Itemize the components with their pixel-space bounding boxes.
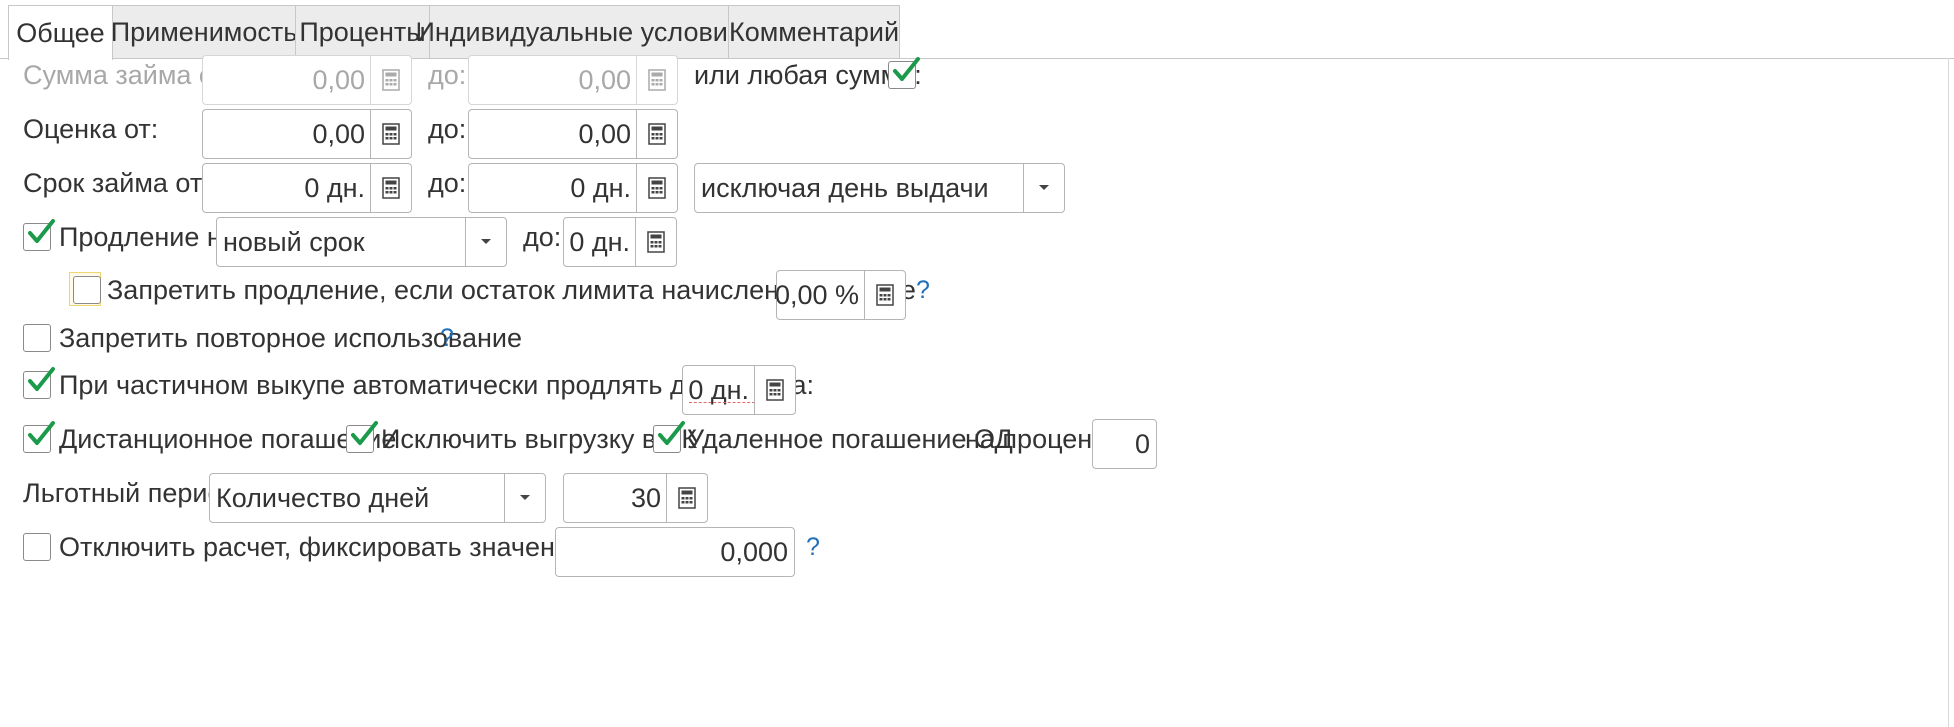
- calculator-icon[interactable]: [370, 56, 411, 104]
- rating-from-field[interactable]: 0,00: [202, 109, 412, 159]
- extension-checkbox[interactable]: [23, 219, 55, 251]
- help-icon[interactable]: ?: [916, 273, 930, 307]
- loan-sum-to-value: 0,00: [578, 64, 631, 95]
- tab-applicability[interactable]: Применимость: [111, 5, 297, 58]
- panel-right-border: [1948, 58, 1949, 727]
- exclude-export-checkbox[interactable]: [346, 421, 378, 453]
- extension-mode-value: новый срок: [223, 226, 365, 257]
- grace-period-value: 30: [630, 482, 661, 513]
- forbid-extension-checkbox[interactable]: [73, 276, 101, 304]
- percent-label: на процент:: [965, 424, 1113, 454]
- help-icon[interactable]: ?: [440, 321, 454, 355]
- checkmark-icon: [28, 219, 55, 243]
- chevron-down-icon[interactable]: [1023, 164, 1064, 212]
- checkmark-icon: [28, 421, 55, 445]
- term-mode-value: исключая день выдачи: [701, 172, 989, 203]
- rating-to-field[interactable]: 0,00: [468, 109, 678, 159]
- forbid-extension-value: 0,00 %: [774, 279, 859, 310]
- tab-percents[interactable]: Проценты: [295, 5, 430, 58]
- remote-od-label: Удаленное погашение ОД: [687, 424, 1013, 454]
- checkmark-icon: [893, 57, 920, 81]
- checkmark-icon: [351, 421, 378, 445]
- rating-from-value: 0,00: [312, 118, 365, 149]
- psk-value: 0,000: [720, 536, 788, 567]
- percent-value: 0: [1134, 428, 1150, 459]
- rating-to-value: 0,00: [578, 118, 631, 149]
- partial-buyout-checkbox[interactable]: [23, 367, 55, 399]
- remote-od-checkbox[interactable]: [653, 421, 685, 453]
- grace-period-value-field[interactable]: 30: [563, 473, 708, 523]
- term-from-label: Срок займа от:: [23, 168, 210, 198]
- loan-sum-to-field[interactable]: 0,00: [468, 55, 678, 105]
- chevron-down-icon[interactable]: [504, 474, 545, 522]
- calculator-icon[interactable]: [635, 218, 676, 266]
- calculator-icon[interactable]: [636, 56, 677, 104]
- calculator-icon[interactable]: [754, 366, 795, 414]
- tab-general[interactable]: Общее: [8, 5, 113, 60]
- grace-period-mode-value: Количество дней: [216, 482, 430, 513]
- rating-to-label: до:: [428, 114, 467, 144]
- loan-sum-to-label: до:: [428, 60, 467, 90]
- forbid-reuse-checkbox[interactable]: [23, 324, 51, 352]
- term-to-label: до:: [428, 168, 467, 198]
- psk-value-field[interactable]: 0,000: [555, 527, 795, 577]
- calculator-icon[interactable]: [636, 164, 677, 212]
- extension-to-value: 0 дн.: [569, 226, 630, 257]
- term-to-value: 0 дн.: [570, 172, 631, 203]
- forbid-extension-field[interactable]: 0,00 %: [774, 270, 906, 320]
- extension-to-label: до:: [523, 222, 562, 252]
- calculator-icon[interactable]: [864, 271, 905, 319]
- tab-individual-conditions[interactable]: Индивидуальные условия: [415, 5, 743, 58]
- calculator-icon[interactable]: [636, 110, 677, 158]
- rating-from-label: Оценка от:: [23, 114, 159, 144]
- psk-fix-checkbox[interactable]: [23, 533, 51, 561]
- checkmark-icon: [28, 367, 55, 391]
- any-sum-checkbox[interactable]: [888, 57, 920, 89]
- extension-to-field[interactable]: 0 дн.: [563, 217, 677, 267]
- extension-label: Продление на: [59, 222, 237, 252]
- term-mode-select[interactable]: исключая день выдачи: [694, 163, 1065, 213]
- grace-period-select[interactable]: Количество дней: [209, 473, 546, 523]
- tab-comment[interactable]: Комментарий: [728, 5, 900, 58]
- calculator-icon[interactable]: [370, 164, 411, 212]
- exclude-export-label: Исключить выгрузку в ЛК: [381, 424, 698, 454]
- percent-field[interactable]: 0: [1092, 419, 1157, 469]
- loan-sum-from-field[interactable]: 0,00: [202, 55, 412, 105]
- term-from-field[interactable]: 0 дн.: [202, 163, 412, 213]
- help-icon[interactable]: ?: [806, 530, 820, 564]
- calculator-icon[interactable]: [370, 110, 411, 158]
- extension-mode-select[interactable]: новый срок: [216, 217, 507, 267]
- partial-buyout-field[interactable]: 0 дн.: [682, 365, 796, 415]
- loan-sum-from-value: 0,00: [312, 64, 365, 95]
- partial-buyout-value: 0 дн.: [688, 374, 749, 405]
- checkmark-icon: [658, 421, 685, 445]
- chevron-down-icon[interactable]: [465, 218, 506, 266]
- term-to-field[interactable]: 0 дн.: [468, 163, 678, 213]
- validation-underline: [689, 402, 755, 403]
- term-from-value: 0 дн.: [304, 172, 365, 203]
- calculator-icon[interactable]: [666, 474, 707, 522]
- distance-repayment-checkbox[interactable]: [23, 421, 55, 453]
